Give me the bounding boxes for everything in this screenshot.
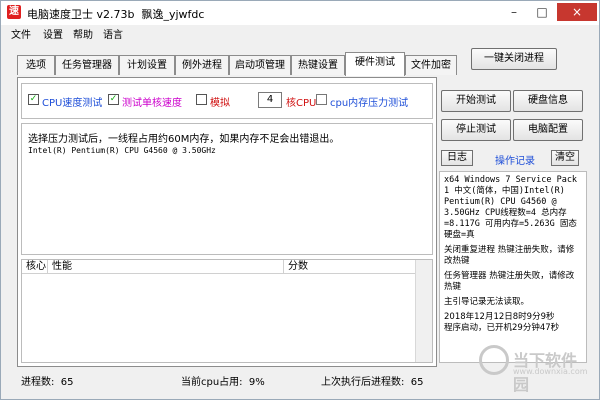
- window-title: 电脑速度卫士 v2.73b 飘逸_yjwfdc: [27, 6, 204, 22]
- app-title: 电脑速度卫士 v2.73b: [27, 8, 135, 21]
- simulate-checkbox[interactable]: [196, 94, 207, 105]
- single-core-label: 测试单核速度: [122, 98, 182, 109]
- core-unit-label: 核CPU: [286, 98, 317, 109]
- tab-startup[interactable]: 启动项管理: [229, 55, 291, 75]
- tab-file-encrypt[interactable]: 文件加密: [405, 55, 457, 75]
- after-process-status: 上次执行后进程数: 65: [321, 373, 423, 388]
- operation-log: x64 Windows 7 Service Pack 1 中文(简体，中国)In…: [439, 171, 587, 363]
- cpu-memory-stress-checkbox[interactable]: [316, 94, 327, 105]
- tab-task-manager[interactable]: 任务管理器: [55, 55, 119, 75]
- cpu-speed-checkbox[interactable]: ✓: [28, 94, 39, 105]
- stop-test-button[interactable]: 停止测试: [441, 119, 511, 141]
- menu-language[interactable]: 语言: [103, 26, 123, 41]
- simulate-label: 模拟: [210, 98, 230, 109]
- col-performance[interactable]: 性能: [48, 260, 284, 274]
- start-test-button[interactable]: 开始测试: [441, 90, 511, 112]
- clear-button[interactable]: 清空: [551, 150, 579, 166]
- menu-file[interactable]: 文件: [11, 26, 31, 41]
- log-entry: 关闭重复进程 热键注册失败，请修改热键: [444, 245, 575, 266]
- process-count-value: 65: [60, 377, 74, 388]
- log-entry: x64 Windows 7 Service Pack 1 中文(简体，中国)In…: [444, 175, 583, 240]
- col-score[interactable]: 分数: [284, 260, 418, 274]
- tab-schedule[interactable]: 计划设置: [119, 55, 175, 75]
- title-bar[interactable]: 速 电脑速度卫士 v2.73b 飘逸_yjwfdc – □ ×: [1, 1, 599, 25]
- tab-hardware-test[interactable]: 硬件测试: [345, 52, 405, 76]
- app-icon: 速: [7, 5, 21, 19]
- tab-options[interactable]: 选项: [17, 55, 55, 75]
- col-core[interactable]: 核心: [22, 260, 48, 274]
- after-process-label: 上次执行后进程数:: [321, 377, 405, 388]
- minimize-button[interactable]: –: [501, 3, 527, 21]
- cpu-usage-status: 当前cpu占用: 9%: [181, 373, 265, 388]
- menu-settings[interactable]: 设置: [43, 26, 63, 41]
- console-cpu-name: Intel(R) Pentium(R) CPU G4560 @ 3.50GHz: [28, 146, 216, 155]
- cpu-usage-value: 9%: [248, 377, 265, 388]
- core-count-input[interactable]: 4: [258, 92, 282, 108]
- output-console: 选择压力测试后，一线程占用约60M内存，如果内存不足会出错退出。 Intel(R…: [21, 123, 433, 255]
- maximize-button[interactable]: □: [529, 3, 555, 21]
- process-count-label: 进程数:: [21, 377, 55, 388]
- close-button[interactable]: ×: [557, 3, 597, 21]
- cpu-speed-label: CPU速度测试: [42, 98, 103, 109]
- log-entry: 主引导记录无法读取。: [444, 297, 530, 307]
- log-entry: 任务管理器 热键注册失败，请修改热键: [444, 271, 575, 292]
- tab-exceptions[interactable]: 例外进程: [175, 55, 229, 75]
- oplog-title: 操作记录: [495, 156, 535, 167]
- menu-bar: 文件 设置 帮助 语言: [1, 25, 599, 41]
- app-window: 速 电脑速度卫士 v2.73b 飘逸_yjwfdc – □ × 文件 设置 帮助…: [0, 0, 600, 400]
- cpu-memory-stress-label: cpu内存压力测试: [330, 98, 409, 109]
- watermark-url: www.downxia.com: [513, 367, 588, 376]
- menu-help[interactable]: 帮助: [73, 26, 93, 41]
- watermark: 当下软件园 www.downxia.com: [479, 345, 589, 394]
- oneclick-close-process-button[interactable]: 一键关闭进程: [471, 48, 557, 70]
- cpu-usage-label: 当前cpu占用:: [181, 377, 243, 388]
- test-options: ✓ CPU速度测试 ✓ 测试单核速度 模拟 4 核CPU cpu内存压力测试: [21, 83, 433, 119]
- tab-hotkeys[interactable]: 热键设置: [291, 55, 345, 75]
- disk-info-button[interactable]: 硬盘信息: [513, 90, 583, 112]
- log-entry: 2018年12月12日8时9分9秒: [444, 312, 555, 322]
- table-scrollbar[interactable]: [415, 260, 432, 362]
- author-name: 飘逸_yjwfdc: [141, 8, 205, 21]
- console-memory-note: 选择压力测试后，一线程占用约60M内存，如果内存不足会出错退出。: [28, 134, 340, 145]
- single-core-checkbox[interactable]: ✓: [108, 94, 119, 105]
- process-count-status: 进程数: 65: [21, 373, 73, 388]
- log-entry: 程序启动，已开机29分钟47秒: [444, 323, 560, 333]
- watermark-logo-icon: [479, 345, 509, 375]
- result-table: 核心 性能 分数: [21, 259, 433, 363]
- pc-config-button[interactable]: 电脑配置: [513, 119, 583, 141]
- log-button[interactable]: 日志: [441, 150, 473, 166]
- after-process-value: 65: [410, 377, 424, 388]
